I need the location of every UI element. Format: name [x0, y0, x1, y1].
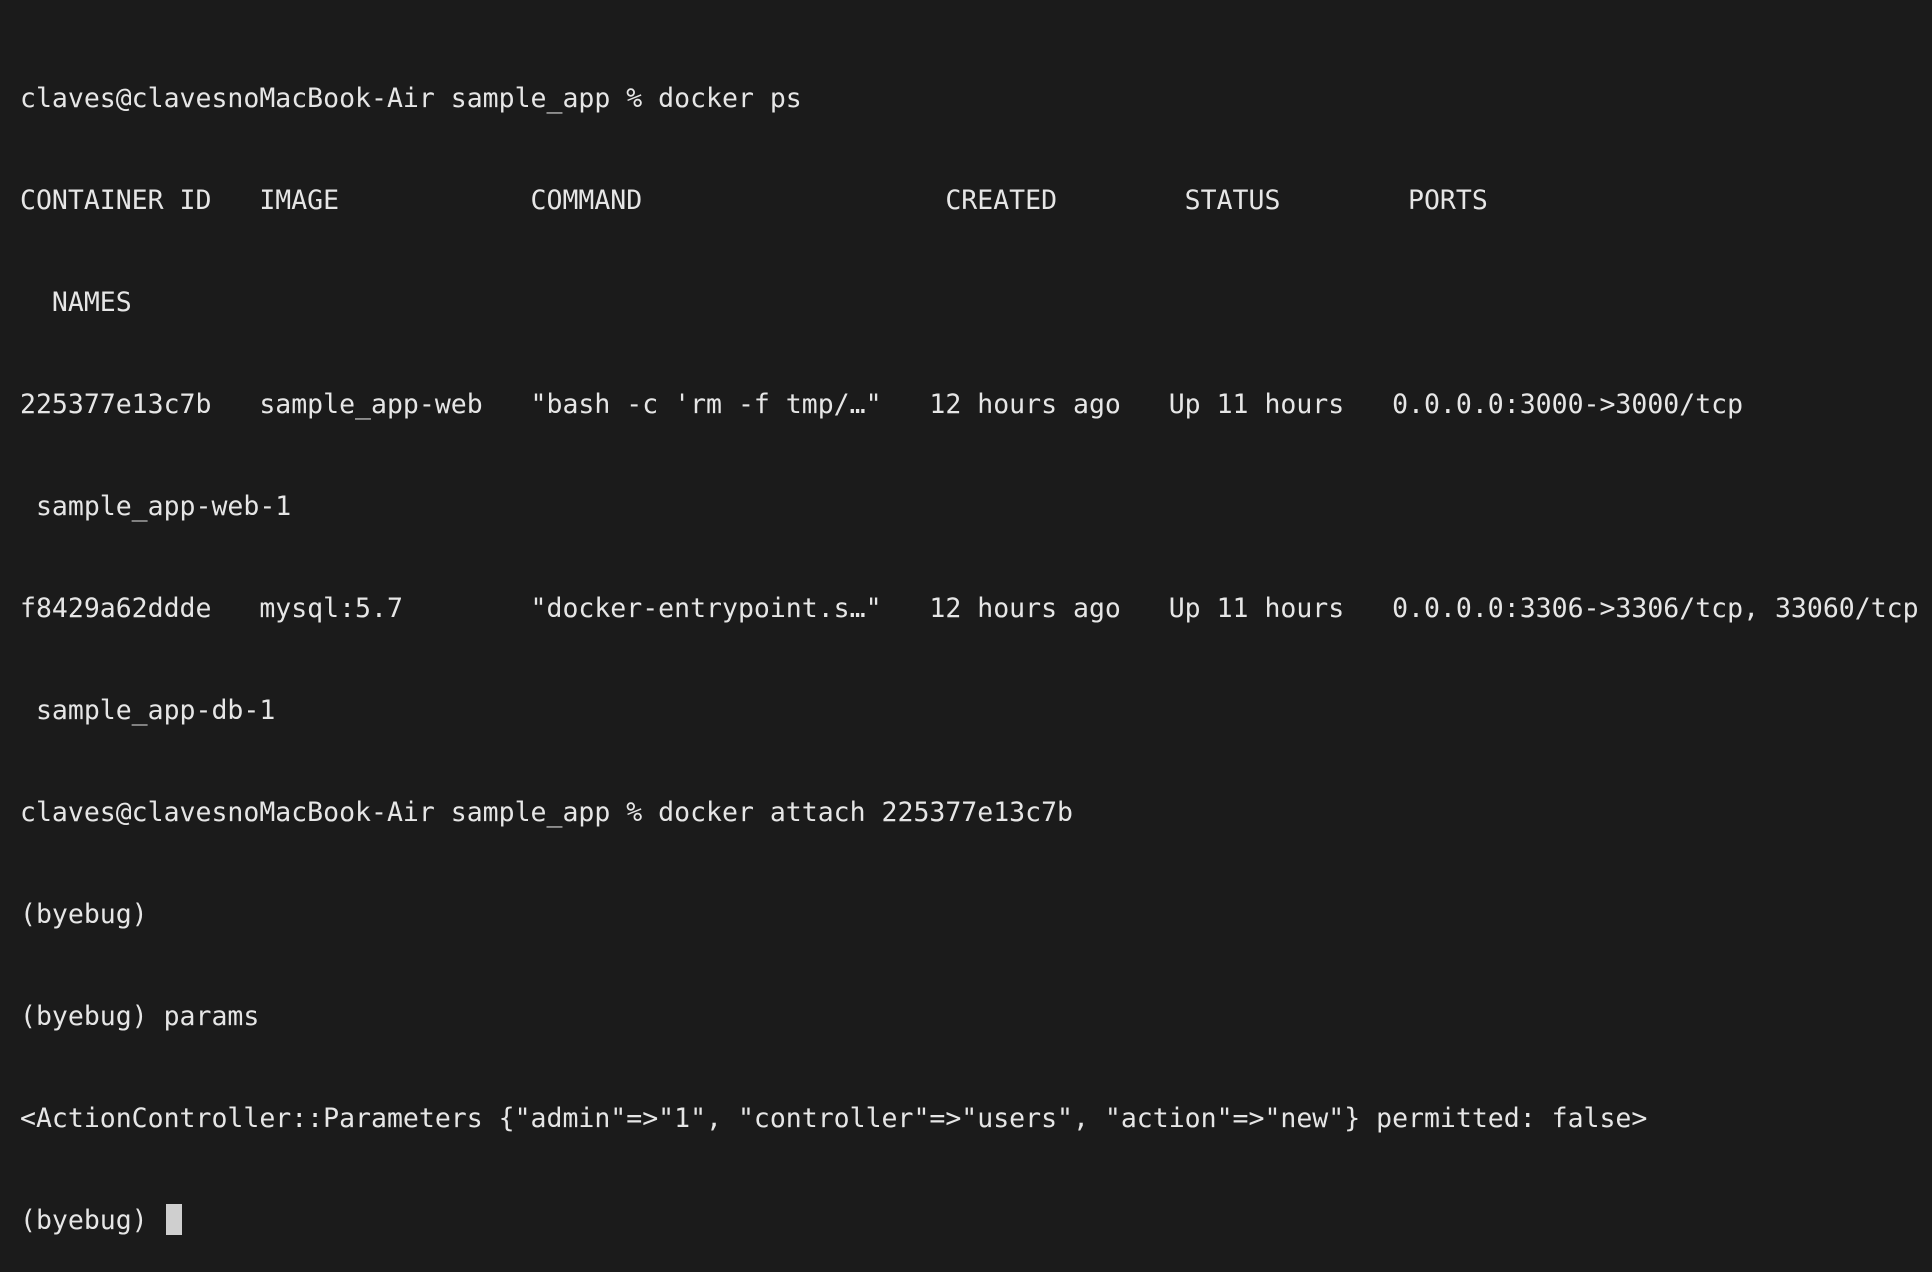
active-prompt-line[interactable]: (byebug) — [20, 1204, 1932, 1238]
container-row-db-name: sample_app-db-1 — [20, 695, 276, 726]
text-cursor — [165, 1204, 182, 1235]
terminal-line-docker-attach-command: claves@clavesnoMacBook-Air sample_app % … — [20, 797, 1073, 828]
container-row-web: 225377e13c7b sample_app-web "bash -c 'rm… — [20, 389, 1744, 420]
container-row-web-name: sample_app-web-1 — [20, 491, 292, 522]
docker-ps-header: CONTAINER ID IMAGE COMMAND CREATED STATU… — [20, 185, 1488, 216]
byebug-params-command: (byebug) params — [20, 1001, 260, 1032]
docker-ps-header-names: NAMES — [20, 287, 132, 318]
byebug-prompt-line: (byebug) — [20, 899, 148, 930]
byebug-active-prompt: (byebug) — [20, 1205, 164, 1236]
container-row-db: f8429a62ddde mysql:5.7 "docker-entrypoin… — [20, 593, 1919, 624]
params-output: <ActionController::Parameters {"admin"=>… — [20, 1103, 1648, 1134]
terminal-line-docker-ps-command: claves@clavesnoMacBook-Air sample_app % … — [20, 83, 802, 114]
terminal-window[interactable]: claves@clavesnoMacBook-Air sample_app % … — [0, 0, 1932, 1236]
